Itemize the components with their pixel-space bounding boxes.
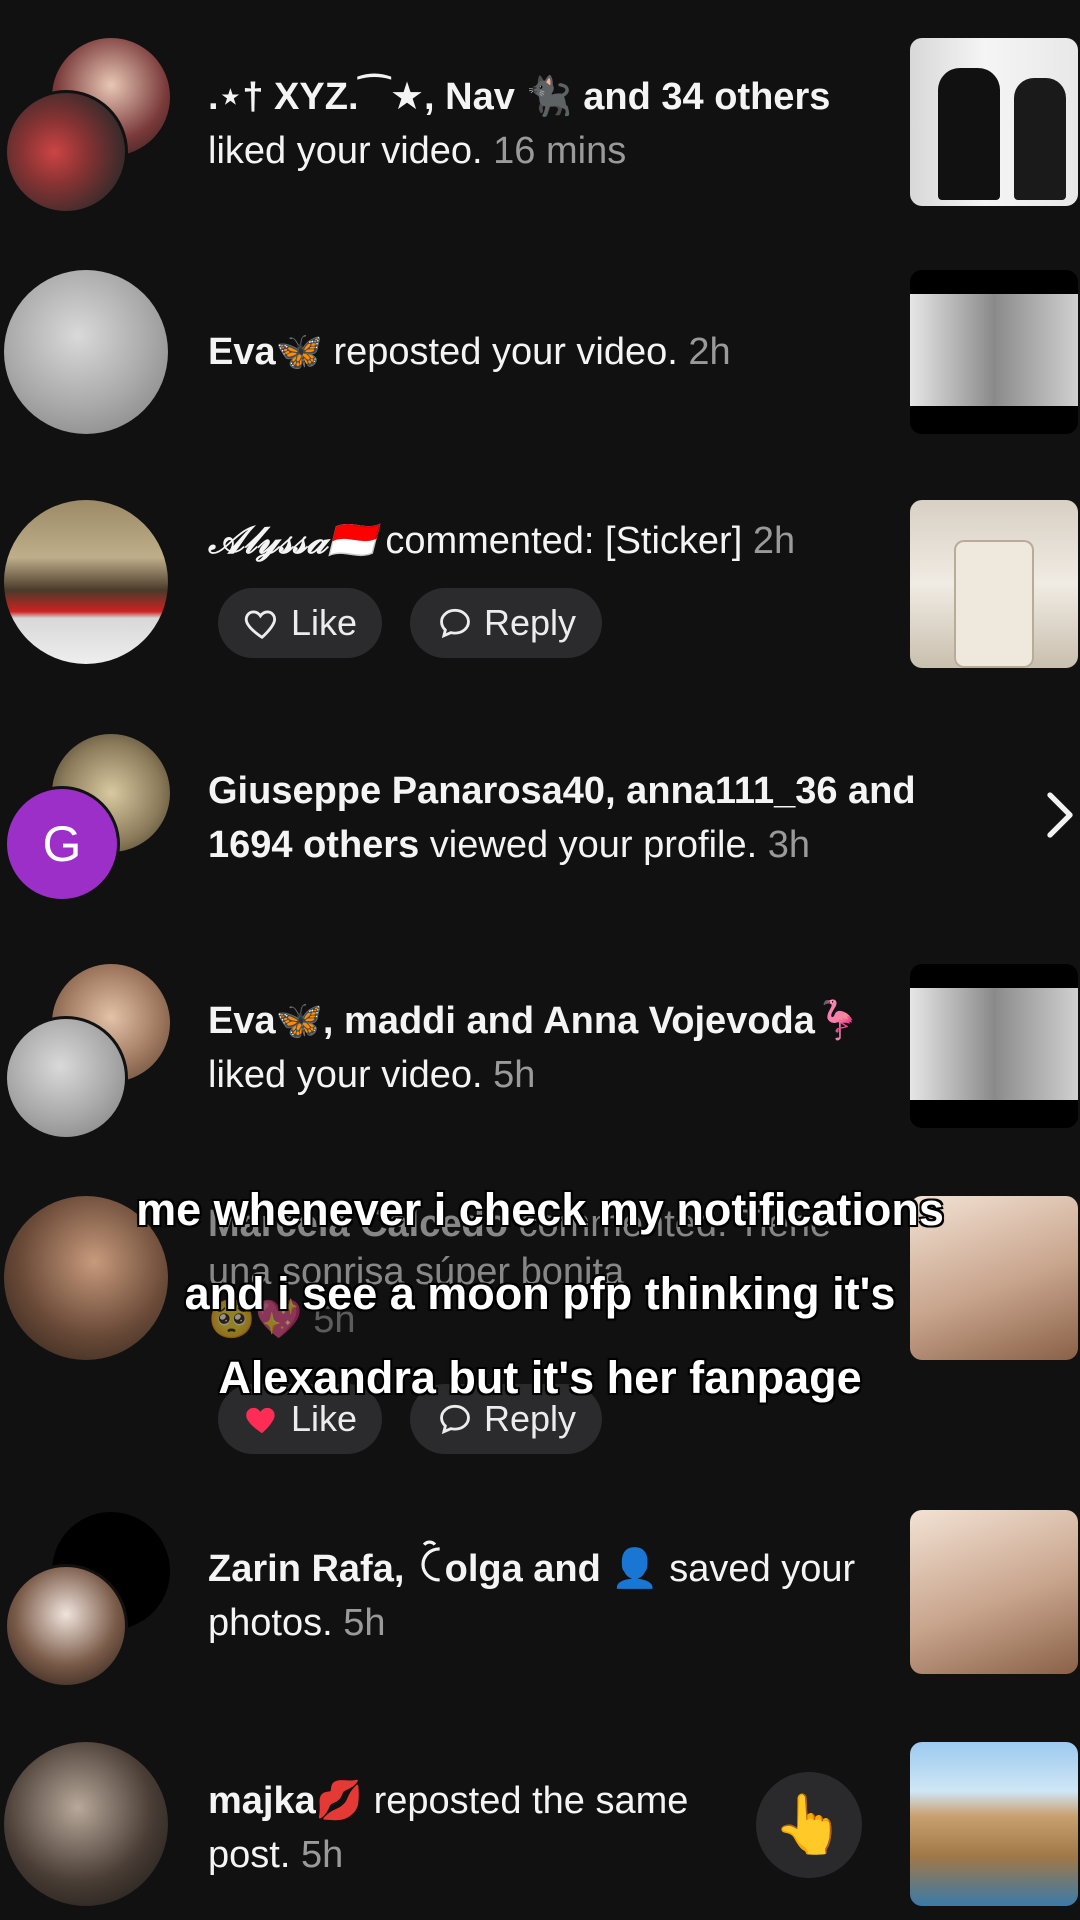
timestamp: 16 mins	[493, 130, 627, 172]
timestamp: 2h	[752, 520, 796, 562]
avatar-letter[interactable]: G	[4, 786, 120, 902]
notification-text: Eva🦋, maddi and Anna Vojevoda🦩 liked you…	[208, 1000, 863, 1096]
heart-icon	[244, 610, 276, 640]
timestamp: 5h	[493, 1054, 536, 1096]
avatar[interactable]	[4, 500, 168, 664]
avatar[interactable]	[4, 1742, 168, 1906]
video-thumbnail[interactable]	[910, 38, 1078, 206]
chevron-right-icon[interactable]	[1040, 790, 1080, 840]
timestamp: 2h	[688, 331, 731, 373]
avatar-moon[interactable]	[4, 270, 168, 434]
notification-text: Giuseppe Panarosa40, anna111_36 and 1694…	[208, 770, 916, 866]
avatar-moon[interactable]	[4, 1016, 128, 1140]
video-thumbnail[interactable]	[910, 964, 1078, 1128]
video-thumbnail[interactable]	[910, 1742, 1078, 1906]
actor-names: .⋆† XYZ.⁀★, Nav 🐈‍⬛ and 34 others	[208, 76, 831, 118]
notification-text: .⋆† XYZ.⁀★, Nav 🐈‍⬛ and 34 others liked …	[208, 76, 831, 172]
notification-text: Zarin Rafa, ꉓolga and 👤 saved your photo…	[208, 1548, 856, 1644]
timestamp: 3h	[767, 824, 811, 866]
pointing-hand-button[interactable]: 👆	[756, 1772, 862, 1878]
notification-row[interactable]: G Giuseppe Panarosa40, anna111_36 and 16…	[0, 732, 1080, 902]
notification-row[interactable]: Eva🦋, maddi and Anna Vojevoda🦩 liked you…	[0, 962, 1080, 1140]
timestamp: 5h	[343, 1602, 386, 1644]
timestamp: 5h	[300, 1834, 344, 1876]
photo-thumbnail[interactable]	[910, 1510, 1078, 1674]
notification-row[interactable]: 𝒜𝓁𝓎𝓈𝓈𝒶🇮🇩 commented: [Sticker] 2h Like Re…	[0, 500, 1080, 700]
notification-row[interactable]: majka💋 reposted the same post. 5h	[0, 1742, 1080, 1912]
comment-icon	[440, 608, 470, 639]
notification-text: 𝒜𝓁𝓎𝓈𝓈𝒶🇮🇩 commented: [Sticker] 2h	[208, 520, 796, 562]
notification-row[interactable]: .⋆† XYZ.⁀★, Nav 🐈‍⬛ and 34 others liked …	[0, 30, 1080, 214]
notification-row[interactable]: Zarin Rafa, ꉓolga and 👤 saved your photo…	[0, 1510, 1080, 1688]
avatar[interactable]	[4, 1564, 128, 1688]
caption-line: Alexandra but it's her fanpage	[218, 1352, 862, 1403]
caption-line: and i see a moon pfp thinking it's	[184, 1268, 896, 1319]
video-thumbnail[interactable]	[910, 500, 1078, 668]
video-thumbnail[interactable]	[910, 270, 1078, 434]
notification-text: majka💋 reposted the same post. 5h	[208, 1780, 689, 1876]
like-button[interactable]: Like	[218, 588, 382, 658]
notification-row[interactable]: Eva🦋 reposted your video. 2h	[0, 270, 1080, 434]
caption-line: me whenever i check my notifications	[136, 1184, 944, 1235]
avatar[interactable]	[4, 90, 128, 214]
video-caption: me whenever i check my notifications and…	[0, 1168, 1080, 1420]
reply-button[interactable]: Reply	[410, 588, 602, 658]
notification-text: Eva🦋 reposted your video. 2h	[208, 331, 731, 373]
